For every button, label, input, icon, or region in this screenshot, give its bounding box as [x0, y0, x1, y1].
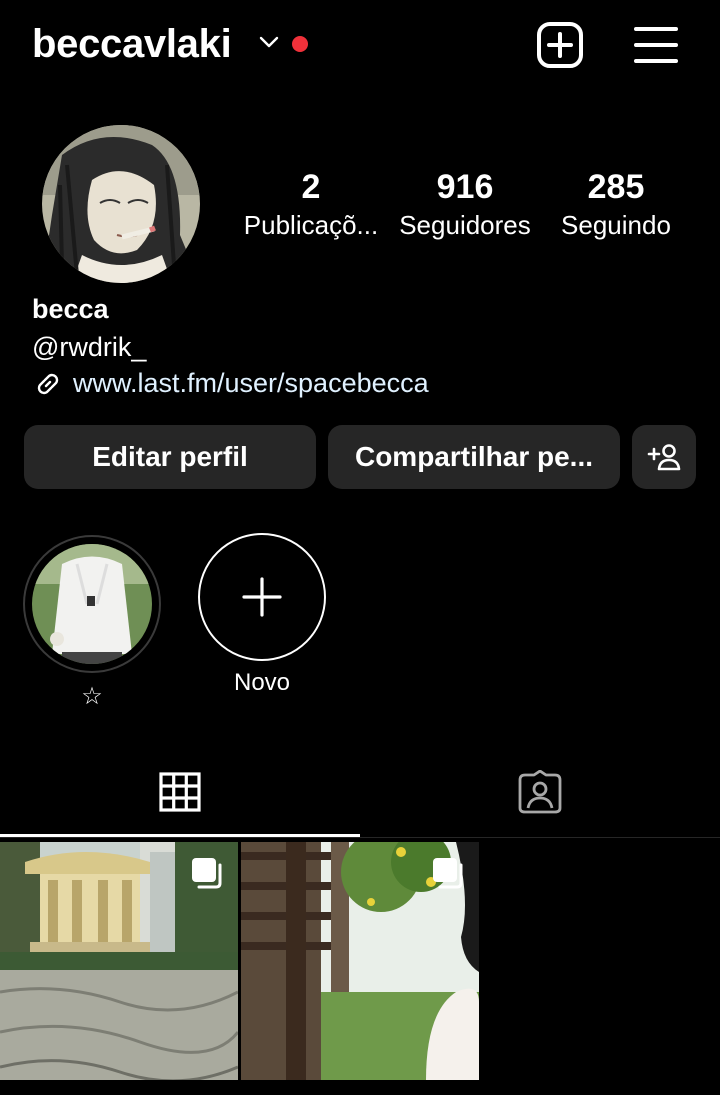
stat-followers-label: Seguidores: [399, 210, 531, 240]
hamburger-menu-icon[interactable]: [632, 24, 680, 66]
plus-icon: [242, 577, 282, 617]
tab-divider: [0, 837, 720, 838]
profile-link[interactable]: www.last.fm/user/spacebecca: [73, 364, 429, 402]
notification-dot: [292, 36, 308, 52]
profile-username[interactable]: beccavlaki: [32, 18, 232, 70]
discover-people-button[interactable]: [632, 425, 696, 489]
add-person-icon: [647, 444, 681, 471]
grid-post[interactable]: [0, 842, 238, 1080]
grid-icon: [159, 772, 201, 812]
share-profile-button[interactable]: Compartilhar pe...: [328, 425, 620, 489]
stat-posts-value: 2: [301, 168, 321, 206]
profile-name: becca: [32, 294, 109, 324]
chevron-down-icon[interactable]: [258, 34, 280, 50]
profile-avatar[interactable]: [42, 125, 200, 283]
tab-posts-grid[interactable]: [0, 752, 360, 832]
create-post-icon[interactable]: [536, 21, 584, 69]
stat-posts[interactable]: 2 Publicaçõ...: [231, 166, 391, 242]
multiple-photos-icon: [433, 858, 463, 889]
stat-following-value: 285: [587, 168, 645, 206]
link-icon: [37, 373, 59, 395]
stat-following[interactable]: 285 Seguindo: [536, 166, 696, 242]
multiple-photos-icon: [192, 858, 222, 889]
tagged-person-icon: [518, 770, 562, 814]
stat-posts-label: Publicaçõ...: [243, 210, 379, 240]
stat-followers[interactable]: 916 Seguidores: [385, 166, 545, 242]
highlight-label: ☆: [81, 683, 103, 710]
tab-tagged[interactable]: [360, 752, 720, 832]
new-highlight-label: Novo: [233, 669, 291, 696]
highlight-thumbnail[interactable]: [32, 544, 152, 664]
edit-profile-button[interactable]: Editar perfil: [24, 425, 316, 489]
profile-handle[interactable]: @rwdrik_: [32, 328, 146, 366]
stat-following-label: Seguindo: [561, 210, 671, 240]
grid-post[interactable]: [241, 842, 479, 1080]
stat-followers-value: 916: [436, 168, 494, 206]
new-highlight-button[interactable]: [198, 533, 326, 661]
